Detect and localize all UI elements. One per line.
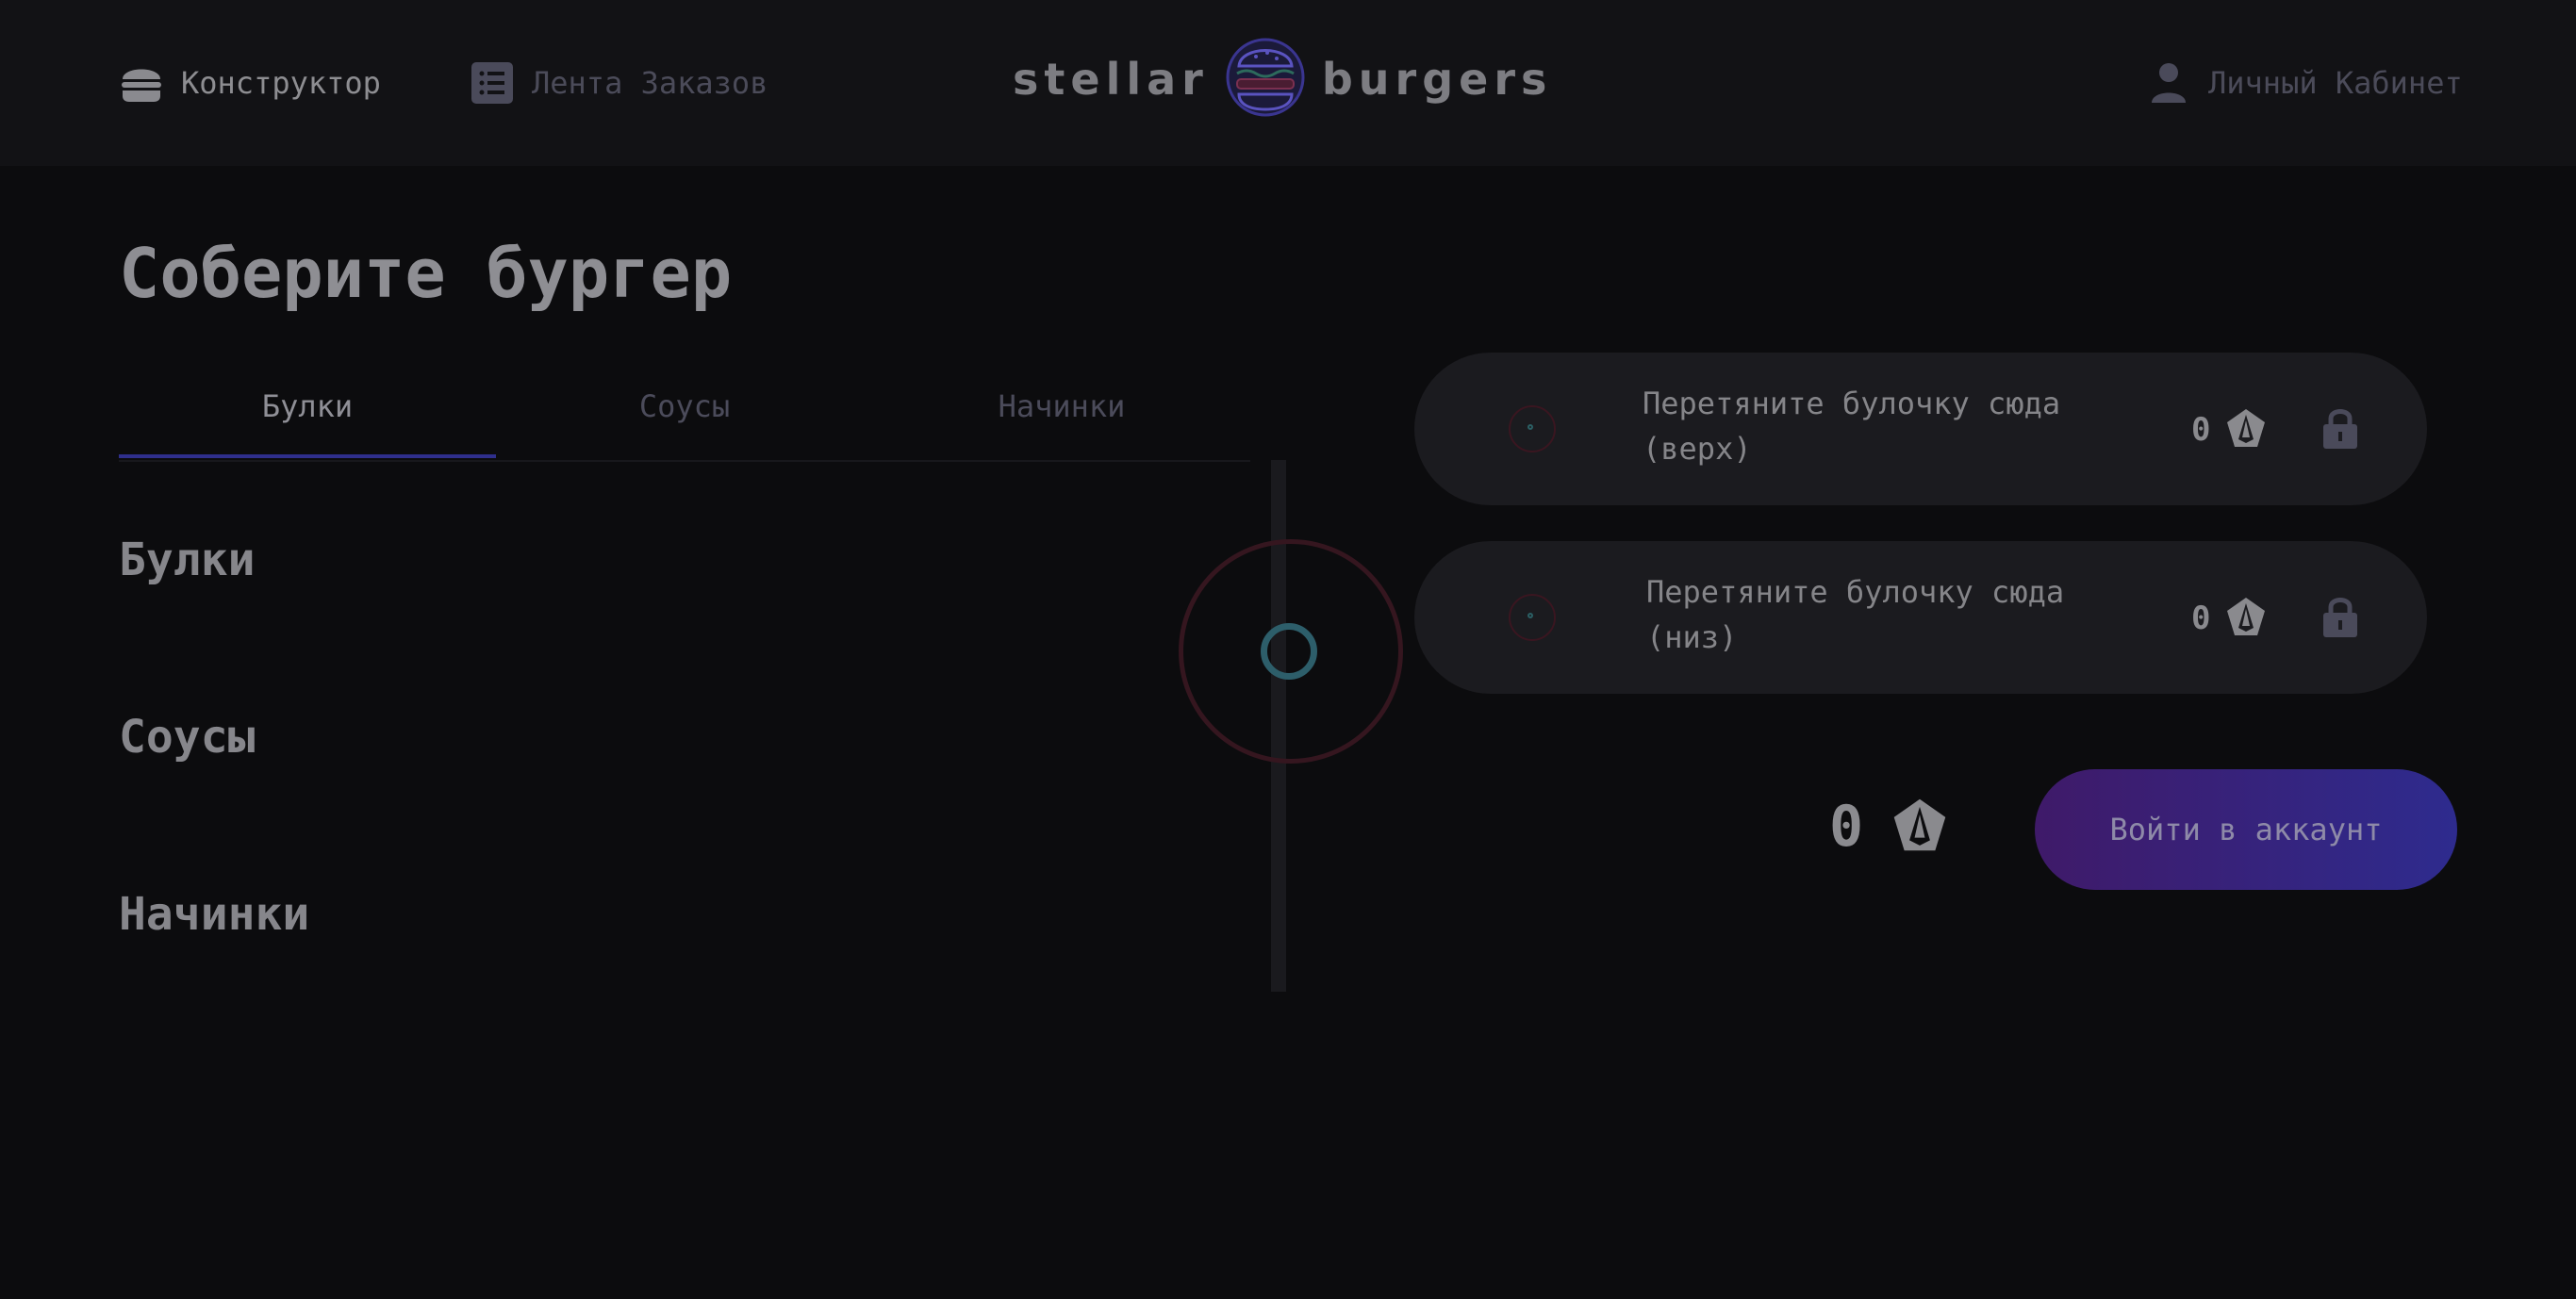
bun-image-placeholder xyxy=(1509,405,1556,452)
list-icon xyxy=(470,60,515,106)
logo-text-left: stellar xyxy=(1013,54,1209,105)
nav-feed-link[interactable]: Лента Заказов xyxy=(470,57,768,109)
loading-spinner-core xyxy=(1261,623,1317,680)
section-fillings-heading: Начинки xyxy=(119,888,310,941)
bottom-bun-placeholder-text: Перетяните булочку сюда (низ) xyxy=(1646,574,2065,655)
logo-text-right: burgers xyxy=(1321,54,1553,105)
top-bun-dropzone[interactable]: Перетяните булочку сюда (верх) 0 xyxy=(1414,353,2427,505)
currency-icon xyxy=(2223,407,2269,452)
section-buns-heading: Булки xyxy=(119,534,256,586)
order-total: 0 xyxy=(1829,794,1952,860)
bottom-bun-price-value: 0 xyxy=(2191,600,2211,637)
tab-fillings[interactable]: Начинки xyxy=(873,377,1250,458)
top-bun-price: 0 xyxy=(2191,407,2269,452)
nav-constructor-label: Конструктор xyxy=(181,65,381,101)
app-header: Конструктор Лента Заказов stellar burger… xyxy=(0,0,2576,166)
order-total-value: 0 xyxy=(1829,794,1864,860)
top-bun-price-value: 0 xyxy=(2191,411,2211,449)
bottom-bun-price: 0 xyxy=(2191,596,2269,641)
page-title: Соберите бургер xyxy=(119,234,733,313)
login-button[interactable]: Войти в аккаунт xyxy=(2035,769,2457,890)
currency-icon xyxy=(2223,596,2269,641)
lock-icon xyxy=(2320,405,2361,454)
bottom-bun-dropzone[interactable]: Перетяните булочку сюда (низ) 0 xyxy=(1414,541,2427,694)
nav-feed-label: Лента Заказов xyxy=(532,65,768,101)
tab-sauces[interactable]: Соусы xyxy=(496,377,873,458)
top-bun-placeholder-text: Перетяните булочку сюда (верх) xyxy=(1643,386,2061,467)
logo-burger-icon xyxy=(1226,36,1305,123)
currency-icon xyxy=(1888,797,1952,857)
logo[interactable]: stellar burgers xyxy=(1013,34,1561,124)
nav-profile-label: Личный Кабинет xyxy=(2208,65,2463,101)
nav-constructor-link[interactable]: Конструктор xyxy=(119,57,381,109)
tab-buns[interactable]: Булки xyxy=(119,377,496,458)
section-sauces-heading: Соусы xyxy=(119,711,256,764)
ingredient-tabs: Булки Соусы Начинки xyxy=(119,377,1250,462)
bun-image-placeholder xyxy=(1509,594,1556,641)
profile-icon xyxy=(2146,60,2191,106)
lock-icon xyxy=(2320,594,2361,643)
burger-icon xyxy=(119,60,164,106)
nav-profile-link[interactable]: Личный Кабинет xyxy=(2146,57,2463,109)
